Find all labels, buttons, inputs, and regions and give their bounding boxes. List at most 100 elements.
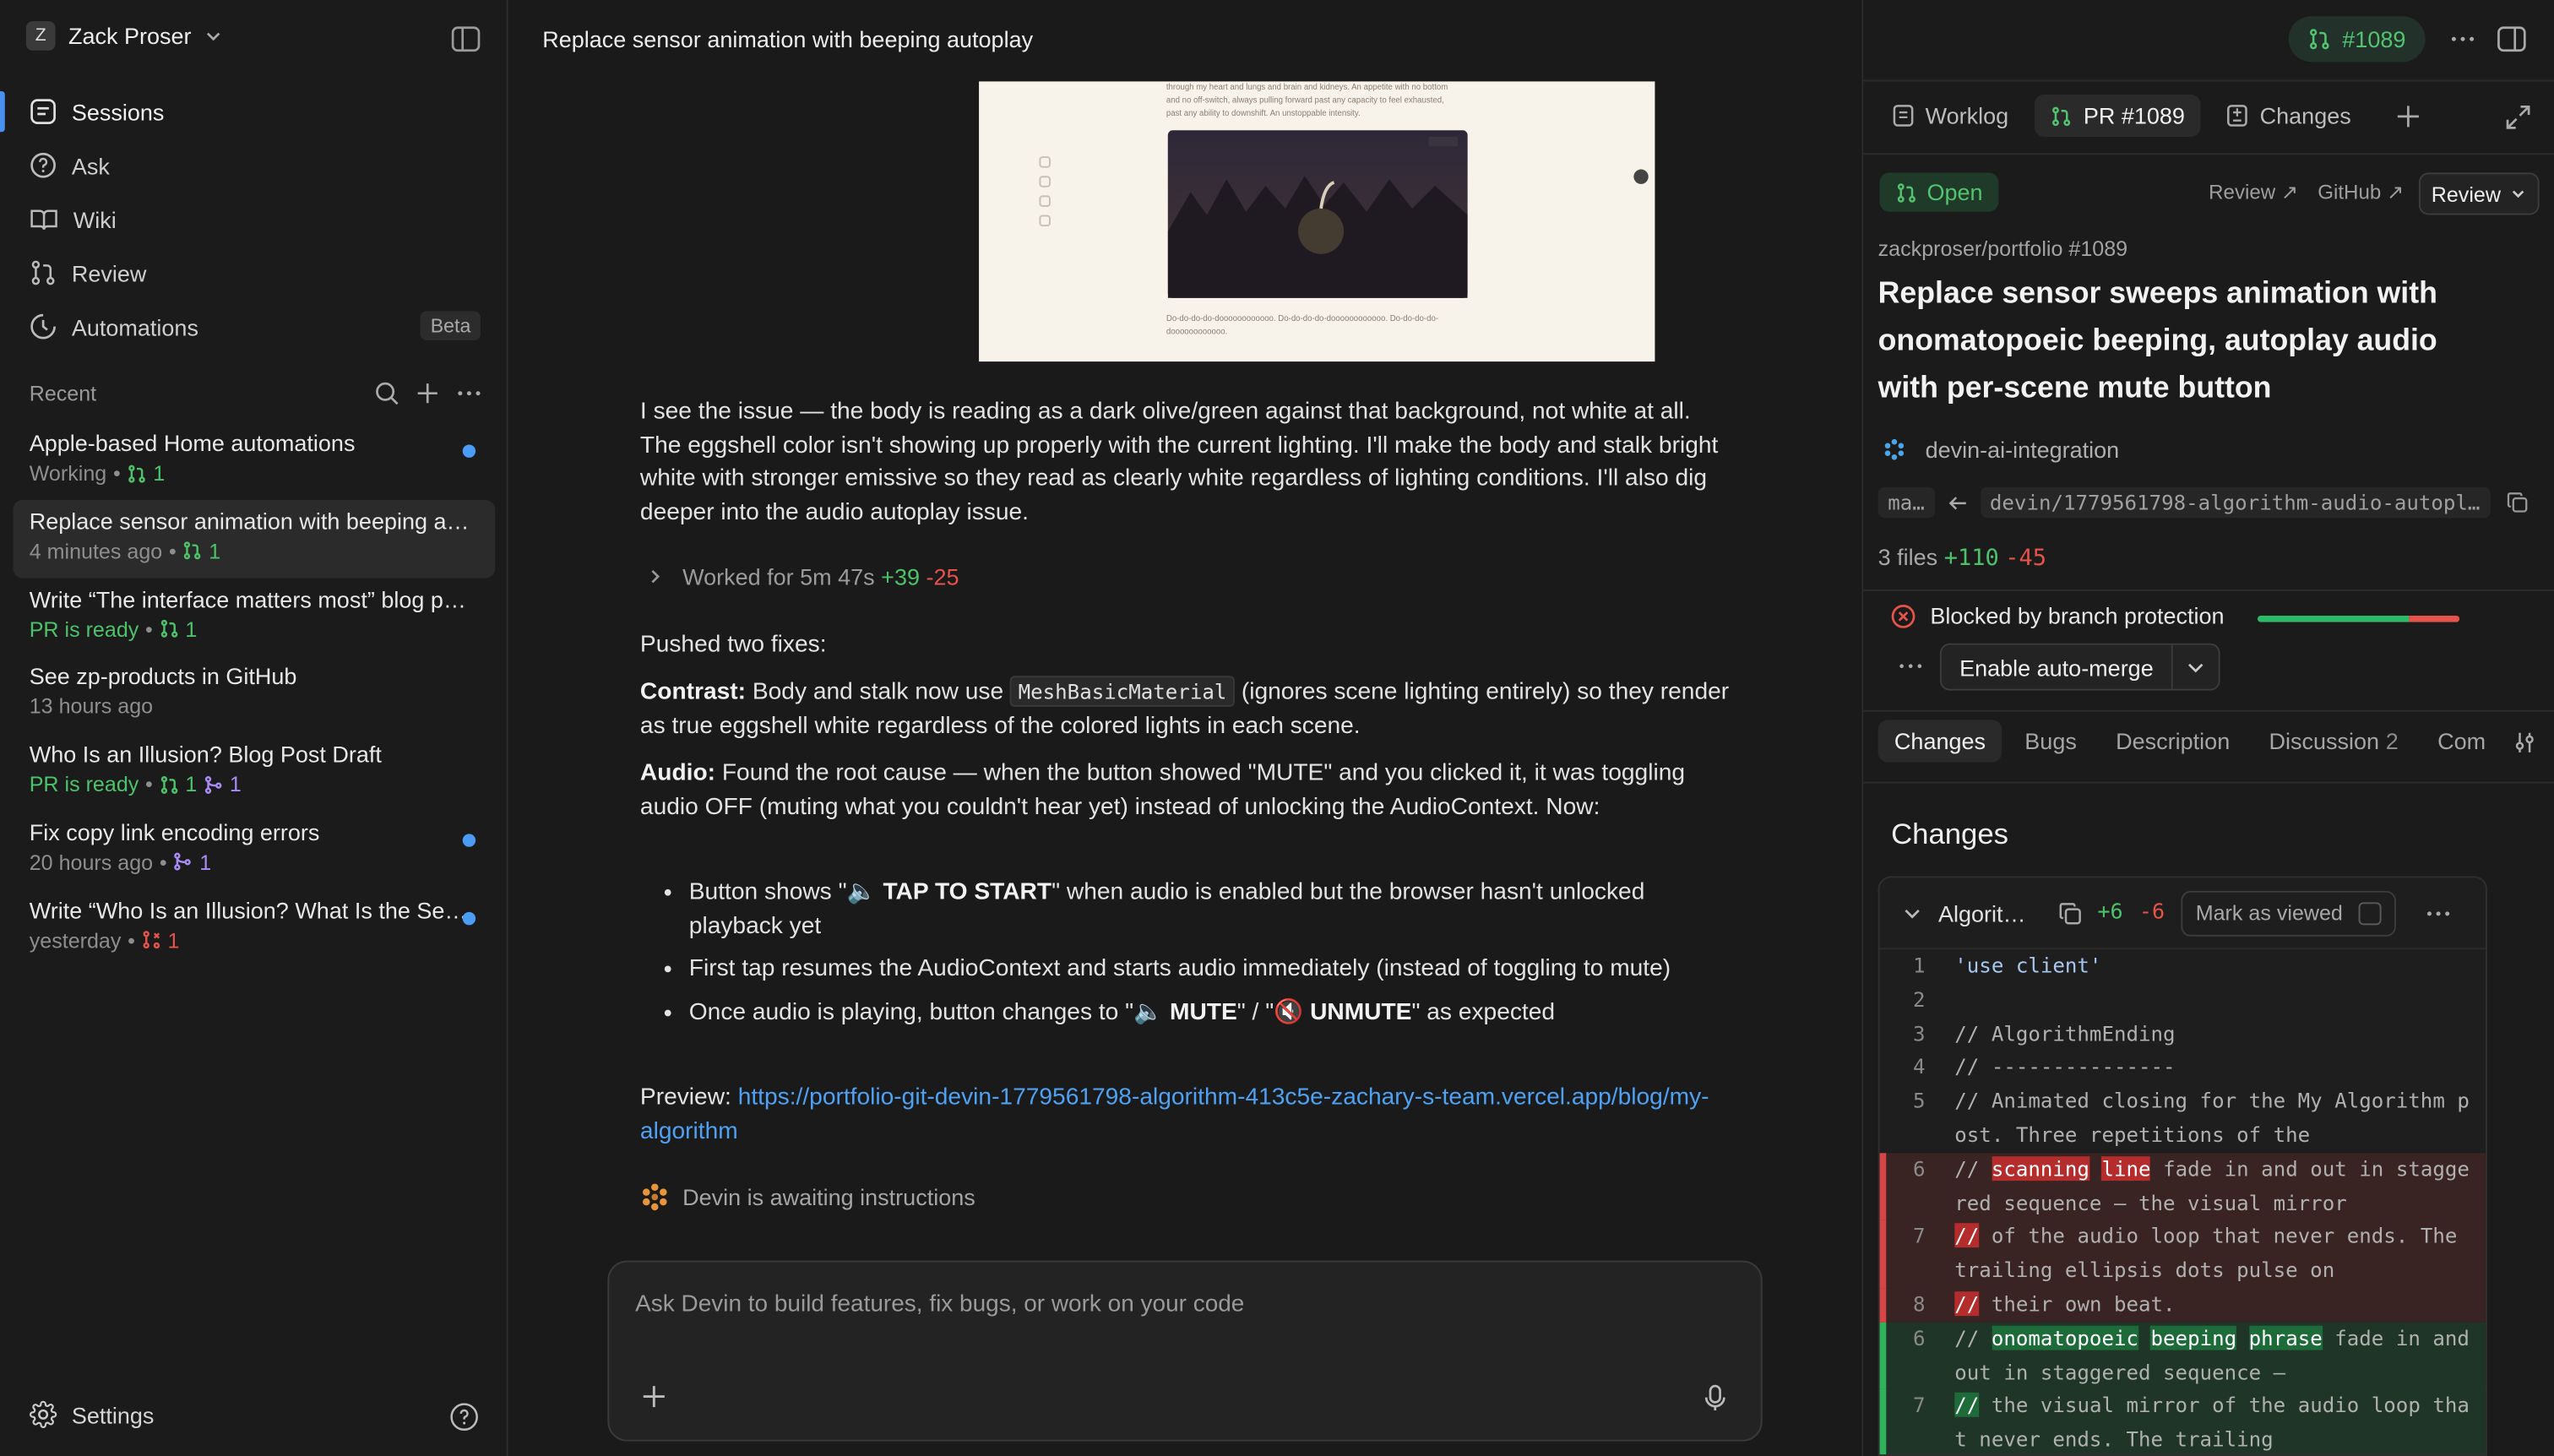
microphone-icon[interactable] xyxy=(1704,1384,1726,1412)
author-name: devin-ai-integration xyxy=(1925,436,2120,463)
expand-icon[interactable] xyxy=(2505,104,2531,130)
screenshot-tool-icon xyxy=(1039,195,1051,207)
chevron-down-icon[interactable] xyxy=(2186,659,2205,675)
plus-icon[interactable] xyxy=(416,381,440,405)
worked-summary[interactable]: Worked for 5m 47s +39 -25 xyxy=(647,563,959,589)
contrast-pre: Body and stalk now use xyxy=(752,679,1004,706)
session-title: Replace sensor animation with beeping au… xyxy=(29,508,473,535)
mark-viewed-button[interactable]: Mark as viewed xyxy=(2181,889,2397,936)
screenshot-expand-handle[interactable] xyxy=(1633,169,1649,184)
beta-badge: Beta xyxy=(421,311,481,341)
line-code: // AlgorithmEnding xyxy=(1954,1020,2176,1046)
base-branch[interactable]: ma… xyxy=(1877,486,1935,519)
more-horizontal-icon[interactable] xyxy=(2450,28,2476,51)
more-horizontal-icon[interactable] xyxy=(456,381,482,405)
tab-pr[interactable]: PR #1089 xyxy=(2034,94,2202,137)
viewed-checkbox[interactable] xyxy=(2359,901,2383,925)
github-link[interactable]: GitHub ↗ xyxy=(2318,179,2404,204)
help-icon[interactable] xyxy=(449,1402,479,1432)
add-tab-icon[interactable] xyxy=(2397,103,2421,128)
subtab-description[interactable]: Description xyxy=(2100,720,2247,762)
line-number: 7 xyxy=(1879,1220,1942,1289)
chat-pane: Replace sensor animation with beeping au… xyxy=(509,0,1861,1456)
pull-request-icon xyxy=(160,620,177,638)
files-additions: +110 xyxy=(1943,546,1999,572)
gear-icon xyxy=(30,1400,57,1428)
devin-logo-icon xyxy=(643,1183,667,1211)
inline-code: MeshBasicMaterial xyxy=(1009,676,1236,707)
pr-header-button[interactable]: #1089 xyxy=(2288,16,2426,62)
file-name[interactable]: Algorit… xyxy=(1938,899,2026,926)
workspace-switcher[interactable]: Z Zack Proser xyxy=(25,21,224,51)
audio-label: Audio: xyxy=(639,760,716,787)
sliders-icon[interactable] xyxy=(2513,731,2536,754)
search-icon[interactable] xyxy=(375,381,399,405)
recent-session[interactable]: Write “The interface matters most” blog … xyxy=(13,578,495,655)
tab-changes[interactable]: Changes xyxy=(2211,95,2367,137)
nav-review-label: Review xyxy=(71,259,147,286)
head-branch[interactable]: devin/1779561798-algorithm-audio-autopl… xyxy=(1980,486,2491,519)
nav-sessions[interactable]: Sessions xyxy=(0,84,507,139)
session-status: PR is ready xyxy=(29,772,139,797)
recent-session-active[interactable]: Replace sensor animation with beeping au… xyxy=(13,499,496,578)
sidebar-toggle-icon[interactable] xyxy=(451,26,481,52)
recent-session[interactable]: See zp-products in GitHub 13 hours ago xyxy=(13,655,495,733)
pull-request-icon xyxy=(2052,106,2071,126)
recent-session[interactable]: Apple-based Home automations Working • 1 xyxy=(13,421,495,499)
recent-session[interactable]: Who Is an Illusion? Blog Post Draft PR i… xyxy=(13,733,495,811)
recent-session[interactable]: Fix copy link encoding errors 20 hours a… xyxy=(13,811,495,888)
nav-wiki[interactable]: Wiki xyxy=(0,193,507,247)
closed-pr-icon xyxy=(143,931,160,949)
composer-placeholder: Ask Devin to build features, fix bugs, o… xyxy=(635,1291,1245,1318)
merge-status: Blocked by branch protection xyxy=(1891,603,2225,628)
attach-plus-icon[interactable] xyxy=(642,1384,666,1409)
settings-label: Settings xyxy=(71,1401,155,1428)
document-icon xyxy=(1893,105,1914,127)
preview-link[interactable]: https://portfolio-git-devin-1779561798-a… xyxy=(640,1084,1709,1144)
panel-layout-icon[interactable] xyxy=(2497,26,2526,52)
copy-icon[interactable] xyxy=(2506,492,2527,513)
tab-worklog[interactable]: Worklog xyxy=(1877,95,2025,137)
copy-icon[interactable] xyxy=(2058,901,2081,924)
more-horizontal-icon[interactable] xyxy=(2426,905,2452,921)
line-code: // their own beat. xyxy=(1954,1291,2176,1317)
screenshot-tool-icon xyxy=(1039,156,1051,168)
contrast-label: Contrast: xyxy=(639,679,747,706)
settings-button[interactable]: Settings xyxy=(30,1400,155,1428)
subtab-commits[interactable]: Com xyxy=(2421,720,2502,762)
recent-session[interactable]: Write “Who Is an Illusion? What Is the S… xyxy=(13,888,495,966)
book-icon xyxy=(30,209,57,230)
nav-automations[interactable]: Automations Beta xyxy=(0,300,507,354)
clock-icon xyxy=(30,313,56,340)
chevron-down-icon[interactable] xyxy=(1903,903,1922,922)
line-number: 2 xyxy=(1913,986,1926,1012)
worked-additions: +39 xyxy=(881,563,920,590)
preview-screenshot[interactable]: through my heart and lungs and brain and… xyxy=(979,81,1655,362)
line-number: 3 xyxy=(1913,1020,1926,1046)
x-circle-icon xyxy=(1891,604,1916,627)
subtab-bugs[interactable]: Bugs xyxy=(2008,720,2093,762)
subtab-discussion[interactable]: Discussion 2 xyxy=(2252,720,2415,762)
diff-line: 6// onomatopoeic beeping phrase fade in … xyxy=(1879,1322,2486,1390)
subtab-changes[interactable]: Changes xyxy=(1877,720,2002,763)
review-dropdown[interactable]: Review xyxy=(2418,172,2540,215)
more-horizontal-icon[interactable] xyxy=(1898,658,1924,674)
pull-request-icon xyxy=(184,541,201,560)
recent-sessions: Apple-based Home automations Working • 1… xyxy=(13,421,496,966)
auto-merge-button[interactable]: Enable auto-merge xyxy=(1939,643,2220,691)
unread-dot xyxy=(462,444,476,458)
line-code: // of the audio loop that never ends. Th… xyxy=(1954,1223,2470,1282)
file-stats: 3 files +110 -45 xyxy=(1878,544,2046,572)
line-code: // --------------- xyxy=(1954,1054,2176,1079)
session-title: Write “The interface matters most” blog … xyxy=(29,585,473,612)
pr-status-badge: Open xyxy=(1879,172,1999,212)
screenshot-text: through my heart and lungs and brain and… xyxy=(1166,83,1448,119)
scene-thumbnail xyxy=(1167,130,1468,298)
chevron-down-icon xyxy=(2513,190,2524,198)
nav-review[interactable]: Review xyxy=(0,246,507,300)
line-code: // the visual mirror of the audio loop t… xyxy=(1954,1393,2470,1452)
nav-ask[interactable]: Ask xyxy=(0,139,507,193)
review-link[interactable]: Review ↗ xyxy=(2209,179,2298,204)
list-item: Once audio is playing, button changes to… xyxy=(689,997,1735,1030)
message-composer[interactable]: Ask Devin to build features, fix bugs, o… xyxy=(607,1260,1763,1442)
